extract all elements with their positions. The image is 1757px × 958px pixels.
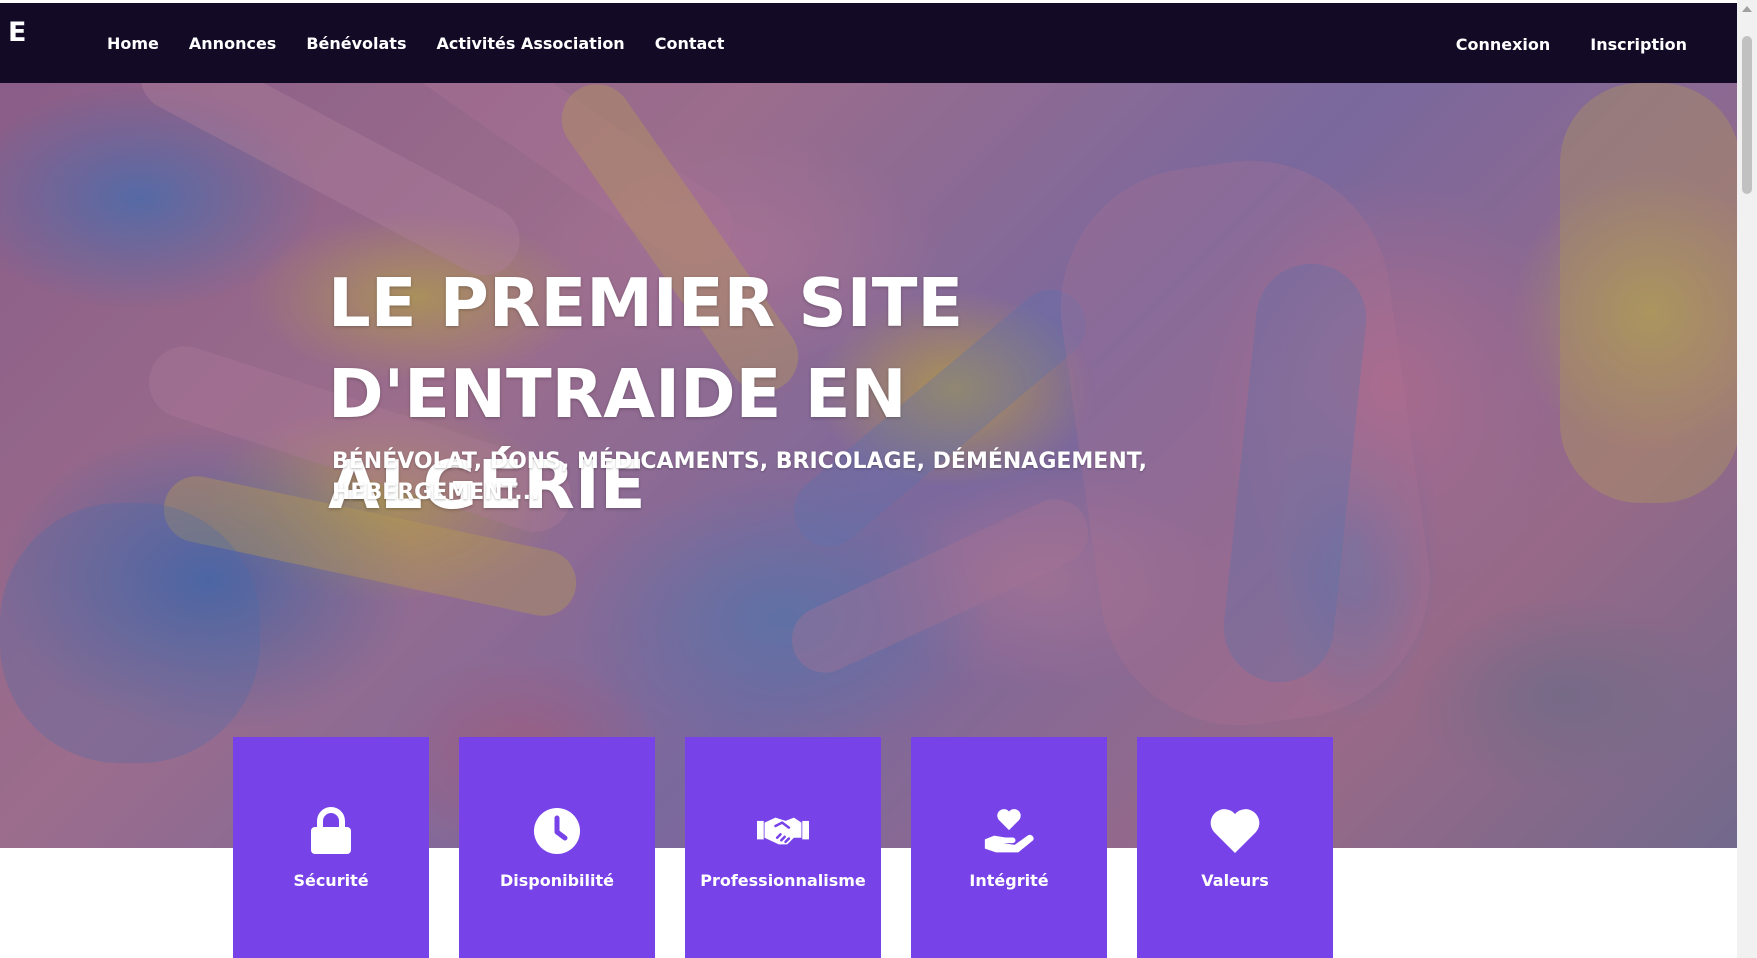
- feature-label: Disponibilité: [499, 871, 614, 890]
- feature-card-disponibilite[interactable]: Disponibilité: [459, 737, 655, 958]
- nav-link-benevolats[interactable]: Bénévolats: [306, 34, 406, 53]
- feature-card-integrite[interactable]: Intégrité: [911, 737, 1107, 958]
- login-link[interactable]: Connexion: [1456, 35, 1551, 54]
- feature-card-securite[interactable]: Sécurité: [233, 737, 429, 958]
- feature-label: Valeurs: [1201, 871, 1269, 890]
- scroll-up-icon[interactable]: [1742, 6, 1752, 12]
- feature-card-valeurs[interactable]: Valeurs: [1137, 737, 1333, 958]
- hero-subtitle-line-1: BÉNÉVOLAT, DONS, MÉDICAMENTS, BRICOLAGE,…: [332, 449, 1147, 474]
- site-logo[interactable]: E: [8, 17, 26, 48]
- auth-nav: Connexion Inscription: [1416, 3, 1687, 85]
- scrollbar-thumb[interactable]: [1742, 36, 1752, 194]
- feature-cards: Sécurité Disponibilité Professionnalisme…: [233, 737, 1333, 958]
- register-link[interactable]: Inscription: [1590, 35, 1687, 54]
- feature-label: Intégrité: [969, 871, 1049, 890]
- navbar: E Home Annonces Bénévolats Activités Ass…: [0, 3, 1737, 83]
- clock-icon: [531, 805, 583, 857]
- nav-link-annonces[interactable]: Annonces: [189, 34, 276, 53]
- lock-icon: [305, 805, 357, 857]
- vertical-scrollbar[interactable]: [1737, 0, 1757, 958]
- nav-link-home[interactable]: Home: [107, 34, 159, 53]
- heart-icon: [1209, 805, 1261, 857]
- feature-label: Professionnalisme: [700, 871, 866, 890]
- hero-subtitle: BÉNÉVOLAT, DONS, MÉDICAMENTS, BRICOLAGE,…: [332, 446, 1152, 508]
- handshake-icon: [757, 805, 809, 857]
- page: E Home Annonces Bénévolats Activités Ass…: [0, 0, 1737, 958]
- nav-link-activites-association[interactable]: Activités Association: [436, 34, 624, 53]
- nav-link-contact[interactable]: Contact: [655, 34, 725, 53]
- feature-card-professionnalisme[interactable]: Professionnalisme: [685, 737, 881, 958]
- hand-heart-icon: [983, 805, 1035, 857]
- main-nav: Home Annonces Bénévolats Activités Assoc…: [107, 3, 754, 83]
- hero-banner: LE PREMIER SITE D'ENTRAIDE EN ALGÉRIE BÉ…: [0, 83, 1737, 848]
- feature-label: Sécurité: [293, 871, 369, 890]
- hero-title-line-1: LE PREMIER SITE: [328, 264, 964, 342]
- hero-subtitle-line-2: HEBERGEMENT...: [332, 480, 540, 505]
